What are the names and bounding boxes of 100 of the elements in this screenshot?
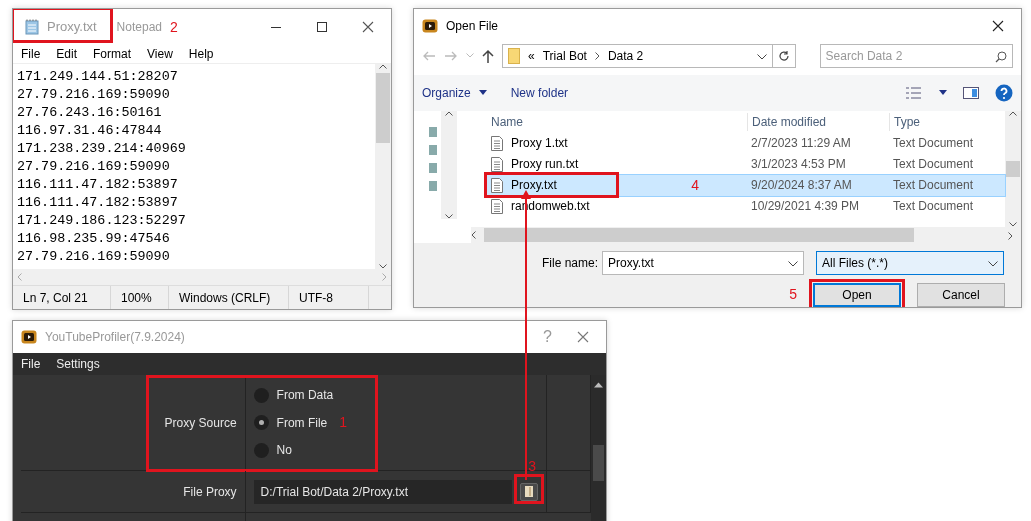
app-icon — [21, 330, 37, 344]
menu-item[interactable]: Settings — [56, 355, 100, 373]
text-line: 116.111.47.182:53897 — [17, 194, 179, 212]
text-line: 116.111.47.182:53897 — [17, 176, 179, 194]
scroll-down-icon[interactable] — [444, 213, 453, 219]
step-number: 5 — [789, 285, 797, 305]
highlight-frame — [514, 473, 545, 504]
path-prefix: « — [528, 47, 535, 65]
search-icon[interactable] — [995, 50, 1007, 63]
scrollbar-thumb[interactable] — [593, 445, 604, 481]
refresh-icon[interactable] — [777, 49, 790, 62]
file-row[interactable]: Proxy.txt 4 9/20/2024 8:37 AM Text Document — [487, 174, 1005, 196]
file-name-field[interactable]: Proxy.txt — [602, 251, 805, 275]
menu-item[interactable]: File — [21, 45, 41, 63]
field-value: Proxy.txt — [608, 255, 654, 272]
document-icon — [491, 177, 503, 193]
field-label: File name: — [542, 255, 599, 272]
file-date: 10/29/2021 4:39 PM — [750, 198, 861, 216]
field-value: All Files (*.*) — [822, 255, 889, 272]
text-line: 116.98.235.99:47546 — [17, 230, 171, 248]
step-number: 1 — [339, 413, 348, 432]
document-icon — [491, 135, 503, 151]
close-icon[interactable] — [362, 21, 374, 33]
step-number: 2 — [170, 17, 178, 37]
radio-button[interactable] — [253, 415, 269, 430]
field-label: Proxy Source — [164, 414, 237, 432]
radio-option[interactable]: From Data — [253, 386, 539, 404]
file-type: Text Document — [892, 198, 974, 216]
dropdown-caret-icon — [478, 90, 487, 96]
menu-item[interactable]: View — [147, 45, 173, 63]
file-row[interactable]: Proxy run.txt 3/1/2023 4:53 PM Text Document — [487, 153, 1005, 175]
window-title: YouTubeProfiler(7.9.2024) — [45, 329, 185, 346]
menu-item[interactable]: Edit — [56, 45, 78, 63]
document-icon — [491, 156, 503, 172]
scrollbar-thumb[interactable] — [376, 73, 390, 143]
search-placeholder: Search Data 2 — [825, 47, 903, 65]
status-text: Ln 7, Col 21 — [23, 289, 88, 307]
scroll-left-icon[interactable] — [471, 231, 476, 239]
file-type: Text Document — [892, 177, 974, 195]
status-text: 100% — [121, 289, 152, 307]
dropdown-caret-icon[interactable] — [788, 260, 799, 267]
status-text: UTF-8 — [299, 289, 333, 307]
scroll-down-icon[interactable] — [1009, 222, 1017, 227]
file-type: Text Document — [892, 156, 974, 174]
dialog-button[interactable]: Open — [813, 283, 901, 307]
toolbar-button[interactable]: New folder — [510, 83, 569, 102]
dropdown-caret-icon[interactable] — [939, 90, 947, 96]
scroll-up-icon[interactable] — [444, 110, 453, 116]
scroll-up-icon[interactable] — [594, 381, 603, 388]
maximize-icon[interactable] — [317, 22, 327, 32]
file-date: 2/7/2023 11:29 AM — [750, 135, 852, 153]
field-label: File Proxy — [183, 483, 237, 501]
radio-option[interactable]: No — [253, 441, 539, 459]
door-icon — [525, 486, 534, 497]
app-icon — [422, 18, 438, 33]
browse-button[interactable] — [520, 482, 539, 501]
text-line: 171.238.239.214:40969 — [17, 140, 187, 158]
dialog-button[interactable]: Cancel — [917, 283, 1005, 307]
file-date: 3/1/2023 4:53 PM — [750, 156, 847, 174]
path-field[interactable]: D:/Trial Bot/Data 2/Proxy.txt — [253, 479, 513, 504]
status-text: Windows (CRLF) — [179, 289, 271, 307]
text-line: 171.249.186.123:52297 — [17, 212, 187, 230]
text-line: 171.249.144.51:28207 — [17, 68, 179, 86]
file-type: Text Document — [892, 135, 974, 153]
file-name: Proxy run.txt — [511, 156, 579, 174]
address-bar[interactable]: « Trial Bot Data 2 — [502, 43, 773, 68]
file-row[interactable]: Proxy 1.txt 2/7/2023 11:29 AM Text Document — [487, 132, 1005, 154]
scroll-up-icon[interactable] — [1009, 110, 1017, 116]
menu-item[interactable]: File — [21, 355, 41, 373]
breadcrumb-item[interactable]: Trial Bot — [542, 46, 587, 65]
scroll-right-icon[interactable] — [1008, 231, 1013, 240]
scroll-down-icon[interactable] — [379, 264, 387, 269]
file-name: Proxy 1.txt — [511, 135, 568, 153]
text-line: 27.79.216.169:59090 — [17, 248, 171, 266]
text-line: 27.79.216.169:59090 — [17, 86, 171, 104]
step-number: 4 — [691, 175, 699, 195]
step-number: 3 — [528, 456, 537, 476]
help-icon[interactable] — [995, 83, 1013, 102]
text-line: 27.79.216.169:59090 — [17, 158, 171, 176]
column-header[interactable]: Name — [487, 112, 747, 131]
notepad-icon — [25, 19, 39, 35]
menu-item[interactable]: Help — [188, 45, 214, 63]
file-name: Proxy.txt — [511, 177, 557, 195]
close-icon[interactable] — [992, 19, 1004, 32]
scrollbar-thumb[interactable] — [484, 228, 914, 242]
scroll-up-icon[interactable] — [379, 64, 387, 69]
toolbar-button[interactable]: Organize — [422, 83, 487, 102]
folder-icon — [508, 47, 520, 64]
scrollbar-thumb[interactable] — [1006, 160, 1020, 177]
up-arrow-icon[interactable] — [482, 48, 494, 63]
file-type-dropdown[interactable]: All Files (*.*) — [816, 251, 1005, 275]
radio-option[interactable]: From File 1 — [253, 412, 539, 433]
dropdown-caret-icon[interactable] — [988, 260, 999, 267]
text-line: 27.76.243.16:50161 — [17, 104, 163, 122]
menu-item[interactable]: Format — [93, 45, 132, 63]
column-header[interactable]: Date modified — [747, 112, 889, 131]
breadcrumb-item[interactable]: Data 2 — [607, 46, 644, 65]
chevron-icon — [594, 51, 600, 60]
preview-pane-icon[interactable] — [963, 86, 979, 99]
dropdown-caret-icon[interactable] — [756, 53, 767, 60]
